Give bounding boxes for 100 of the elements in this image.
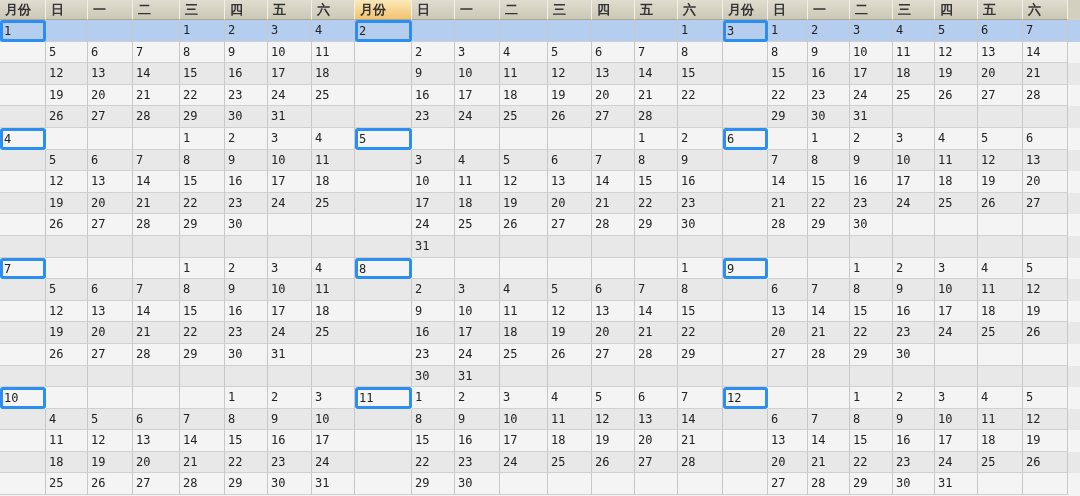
table-row[interactable]: 12 13 14 15 16 17 18 9 10 11 12 13 14 15 15 16 17 18 19 20 21 <box>0 63 1080 85</box>
table-row[interactable]: 30 31 <box>0 365 1080 388</box>
column-header[interactable]: 一 <box>808 0 850 20</box>
column-header[interactable]: 四 <box>592 0 635 20</box>
table-cell: 11 <box>312 279 355 301</box>
table-cell: 3 <box>455 279 500 301</box>
table-cell: 19 <box>1023 430 1068 452</box>
table-cell: 26 <box>46 343 88 366</box>
column-header[interactable]: 五 <box>268 0 312 20</box>
column-header[interactable]: 三 <box>548 0 592 20</box>
column-header[interactable]: 六 <box>1023 0 1068 20</box>
column-header[interactable]: 月份 <box>723 0 768 20</box>
table-cell: 26 <box>1023 322 1068 344</box>
column-header[interactable]: 五 <box>978 0 1023 20</box>
table-cell: 3 <box>935 387 978 409</box>
table-cell: 19 <box>935 63 978 85</box>
column-header[interactable]: 二 <box>850 0 893 20</box>
table-cell: 10 <box>455 63 500 85</box>
table-cell: 20 <box>978 63 1023 85</box>
table-cell: 5 <box>46 279 88 301</box>
table-row[interactable]: 26 27 28 29 30 31 23 24 25 26 27 28 29 30 31 <box>0 106 1080 128</box>
table-cell: 13 <box>133 430 180 452</box>
column-header[interactable]: 六 <box>678 0 723 20</box>
table-cell: 30 <box>455 473 500 496</box>
column-header[interactable]: 一 <box>455 0 500 20</box>
table-row[interactable]: 19 20 21 22 23 24 25 17 18 19 20 21 22 23 21 22 23 24 25 26 27 <box>0 192 1080 215</box>
column-header[interactable]: 月份 <box>0 0 46 20</box>
table-cell: 5 <box>548 279 592 301</box>
table-cell: 28 <box>133 214 180 236</box>
table-cell: 29 <box>678 343 723 366</box>
table-cell: 19 <box>592 430 635 452</box>
table-cell: 27 <box>768 473 808 496</box>
table-cell: 13 <box>548 171 592 193</box>
column-header[interactable]: 三 <box>180 0 225 20</box>
table-cell: 20 <box>768 322 808 344</box>
table-cell: 1 <box>412 387 455 409</box>
table-cell: 1 <box>635 127 678 150</box>
column-header[interactable]: 月份 <box>355 0 412 20</box>
table-row[interactable]: 1 1 2 3 4 2 1 3 1 2 3 4 5 6 7 <box>0 20 1080 42</box>
table-cell: 4 <box>548 387 592 409</box>
table-cell: 16 <box>412 322 455 344</box>
table-cell: 23 <box>412 106 455 128</box>
table-cell: 17 <box>455 322 500 344</box>
table-cell: 27 <box>88 343 133 366</box>
table-cell: 2 <box>455 387 500 409</box>
table-cell: 23 <box>893 322 935 344</box>
table-cell: 21 <box>133 322 180 344</box>
table-row[interactable]: 5 6 7 8 9 10 11 3 4 5 6 7 8 9 7 8 9 10 11 12 13 <box>0 149 1080 172</box>
table-cell: 14 <box>808 430 850 452</box>
table-cell: 29 <box>180 106 225 128</box>
table-cell: 14 <box>635 63 678 85</box>
table-cell: 24 <box>935 322 978 344</box>
column-header[interactable]: 一 <box>88 0 133 20</box>
table-cell: 19 <box>978 171 1023 193</box>
table-cell: 31 <box>268 343 312 366</box>
table-cell: 14 <box>133 63 180 85</box>
table-cell: 14 <box>768 171 808 193</box>
column-header[interactable]: 二 <box>133 0 180 20</box>
table-cell: 21 <box>1023 63 1068 85</box>
column-header[interactable]: 日 <box>46 0 88 20</box>
table-cell: 4 <box>978 387 1023 409</box>
table-cell: 18 <box>935 171 978 193</box>
table-cell: 17 <box>268 63 312 85</box>
table-cell: 27 <box>768 343 808 366</box>
table-row[interactable]: 31 <box>0 235 1080 258</box>
table-cell: 10 <box>268 279 312 301</box>
table-cell: 6 <box>978 20 1023 42</box>
column-header[interactable]: 二 <box>500 0 548 20</box>
column-header[interactable]: 三 <box>893 0 935 20</box>
table-cell: 9 <box>412 63 455 85</box>
table-cell: 1 <box>850 387 893 409</box>
table-cell: 29 <box>768 106 808 128</box>
table-cell: 2 <box>225 20 268 42</box>
column-header[interactable]: 四 <box>225 0 268 20</box>
table-cell: 16 <box>893 430 935 452</box>
column-header[interactable]: 日 <box>768 0 808 20</box>
column-header[interactable]: 四 <box>935 0 978 20</box>
table-cell: 26 <box>548 343 592 366</box>
table-cell: 15 <box>180 63 225 85</box>
table-cell: 6 <box>592 279 635 301</box>
table-cell: 30 <box>850 214 893 236</box>
table-cell: 21 <box>678 430 723 452</box>
table-cell: 16 <box>850 171 893 193</box>
table-row[interactable]: 18 19 20 21 22 23 24 22 23 24 25 26 27 28 20 21 22 23 24 25 26 <box>0 451 1080 474</box>
table-cell: 3 <box>268 127 312 150</box>
table-cell: 17 <box>893 171 935 193</box>
table-cell: 3 <box>850 20 893 42</box>
table-cell: 13 <box>88 171 133 193</box>
table-cell: 29 <box>180 343 225 366</box>
column-header[interactable]: 六 <box>312 0 355 20</box>
column-header[interactable]: 五 <box>635 0 678 20</box>
table-cell: 7 <box>133 279 180 301</box>
table-row[interactable]: 5 6 7 8 9 10 11 2 3 4 5 6 7 8 6 7 8 9 10 11 12 <box>0 279 1080 301</box>
table-row[interactable]: 4 5 6 7 8 9 10 8 9 10 11 12 13 14 6 7 8 9 10 11 12 <box>0 408 1080 431</box>
table-cell: 29 <box>412 473 455 496</box>
table-cell: 14 <box>133 171 180 193</box>
table-cell: 13 <box>592 63 635 85</box>
column-header[interactable]: 日 <box>412 0 455 20</box>
table-row[interactable]: 19 20 21 22 23 24 25 16 17 18 19 20 21 22 20 21 22 23 24 25 26 <box>0 322 1080 344</box>
table-cell: 28 <box>808 473 850 496</box>
